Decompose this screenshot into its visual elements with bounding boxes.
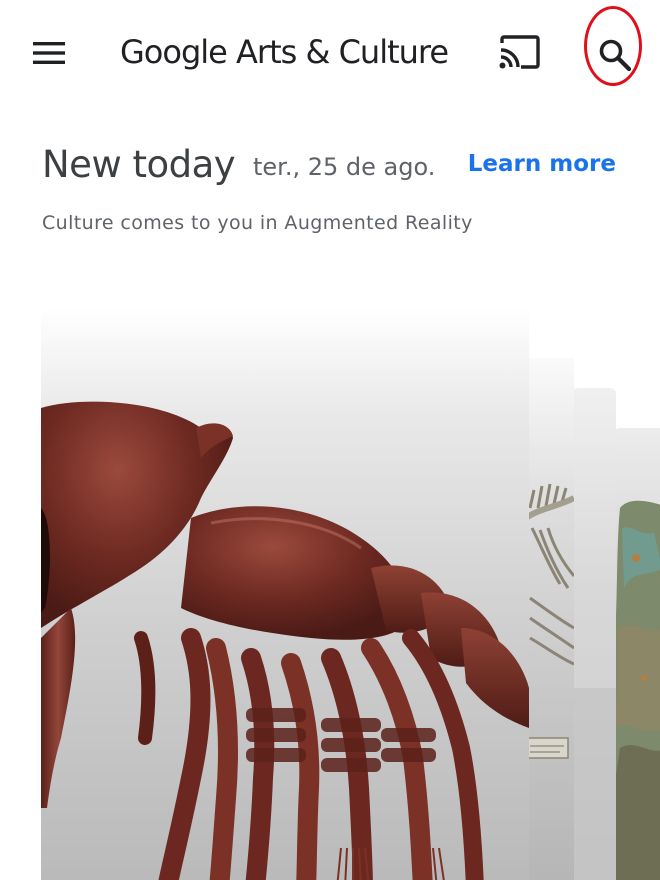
section-subtitle: Culture comes to you in Augmented Realit… — [42, 212, 473, 234]
cast-button[interactable] — [494, 30, 546, 74]
app-bar: Google Arts & Culture — [0, 0, 660, 104]
menu-icon — [33, 42, 65, 64]
app-title: Google Arts & Culture — [120, 33, 449, 71]
section-date: ter., 25 de ago. — [253, 153, 436, 181]
story-card-3[interactable] — [572, 388, 616, 880]
learn-more-link[interactable]: Learn more — [468, 146, 616, 182]
crustacean-model-image — [41, 401, 529, 880]
fossil-image — [614, 500, 660, 880]
artifact-image — [572, 688, 616, 880]
screen: Google Arts & Culture New today ter., 25… — [0, 0, 660, 880]
story-card-1[interactable] — [41, 308, 529, 880]
section-title: New today — [42, 143, 236, 186]
search-button[interactable] — [592, 32, 638, 78]
story-card-4[interactable] — [614, 428, 660, 880]
menu-button[interactable] — [26, 30, 72, 76]
cast-icon — [499, 35, 540, 69]
section-header: New today ter., 25 de ago. Learn more — [42, 138, 632, 192]
search-icon — [599, 39, 632, 72]
story-carousel[interactable] — [0, 300, 660, 880]
